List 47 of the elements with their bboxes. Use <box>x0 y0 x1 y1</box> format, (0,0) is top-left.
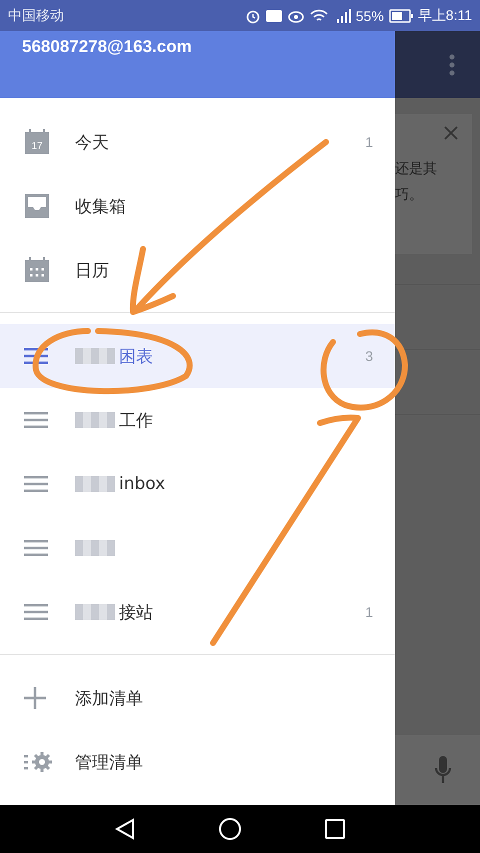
home-icon[interactable] <box>219 818 241 840</box>
drawer-item[interactable]: inbox <box>0 452 395 516</box>
item-label: 日历 <box>75 260 109 282</box>
eye-icon <box>286 8 305 22</box>
item-label: 困表 <box>119 346 153 368</box>
calendar-date-icon: 17 <box>24 129 50 155</box>
microphone-icon[interactable] <box>434 756 452 784</box>
item-count: 3 <box>365 348 373 364</box>
item-label: inbox <box>119 474 166 494</box>
drawer-item[interactable]: 17 今天 1 <box>0 110 395 174</box>
card-text: 还是其 <box>395 160 438 178</box>
back-icon[interactable] <box>115 818 135 840</box>
close-icon[interactable] <box>444 126 458 140</box>
drawer-item[interactable]: 日历 <box>0 238 395 302</box>
wifi-icon <box>310 8 328 22</box>
item-count: 1 <box>365 134 373 150</box>
item-label: 今天 <box>75 132 109 154</box>
battery-percent: 55% <box>356 8 384 24</box>
settings-icon <box>24 751 52 773</box>
list-icon <box>24 604 48 620</box>
list-icon <box>24 348 48 364</box>
item-label: 收集箱 <box>75 196 126 218</box>
inbox-tray-icon <box>24 193 50 219</box>
drawer-item[interactable]: 困表 3 <box>0 324 395 388</box>
list-icon <box>24 476 48 492</box>
drawer-item[interactable]: 接站 1 <box>0 580 395 644</box>
item-label: 接站 <box>119 602 153 624</box>
recents-icon[interactable] <box>325 819 345 839</box>
account-email: 568087278@163.com <box>22 37 192 56</box>
drawer-item[interactable]: 管理清单 <box>0 730 395 794</box>
drawer-item[interactable]: 工作 <box>0 388 395 452</box>
item-count: 1 <box>365 604 373 620</box>
list-icon <box>24 540 48 556</box>
item-label: 添加清单 <box>75 688 143 710</box>
plus-icon <box>24 687 46 709</box>
item-label: 工作 <box>119 410 153 432</box>
list-icon <box>24 412 48 428</box>
more-icon[interactable] <box>449 54 455 76</box>
alarm-icon <box>244 8 261 24</box>
item-label: 管理清单 <box>75 752 143 774</box>
drawer-item[interactable]: 收集箱 <box>0 174 395 238</box>
clock-time: 早上8:11 <box>418 6 472 24</box>
carrier-name: 中国移动 <box>8 6 64 24</box>
drawer-item[interactable]: 添加清单 <box>0 666 395 730</box>
battery-icon <box>388 8 413 22</box>
calendar-icon <box>24 257 50 283</box>
card-text: 巧。 <box>395 186 424 204</box>
